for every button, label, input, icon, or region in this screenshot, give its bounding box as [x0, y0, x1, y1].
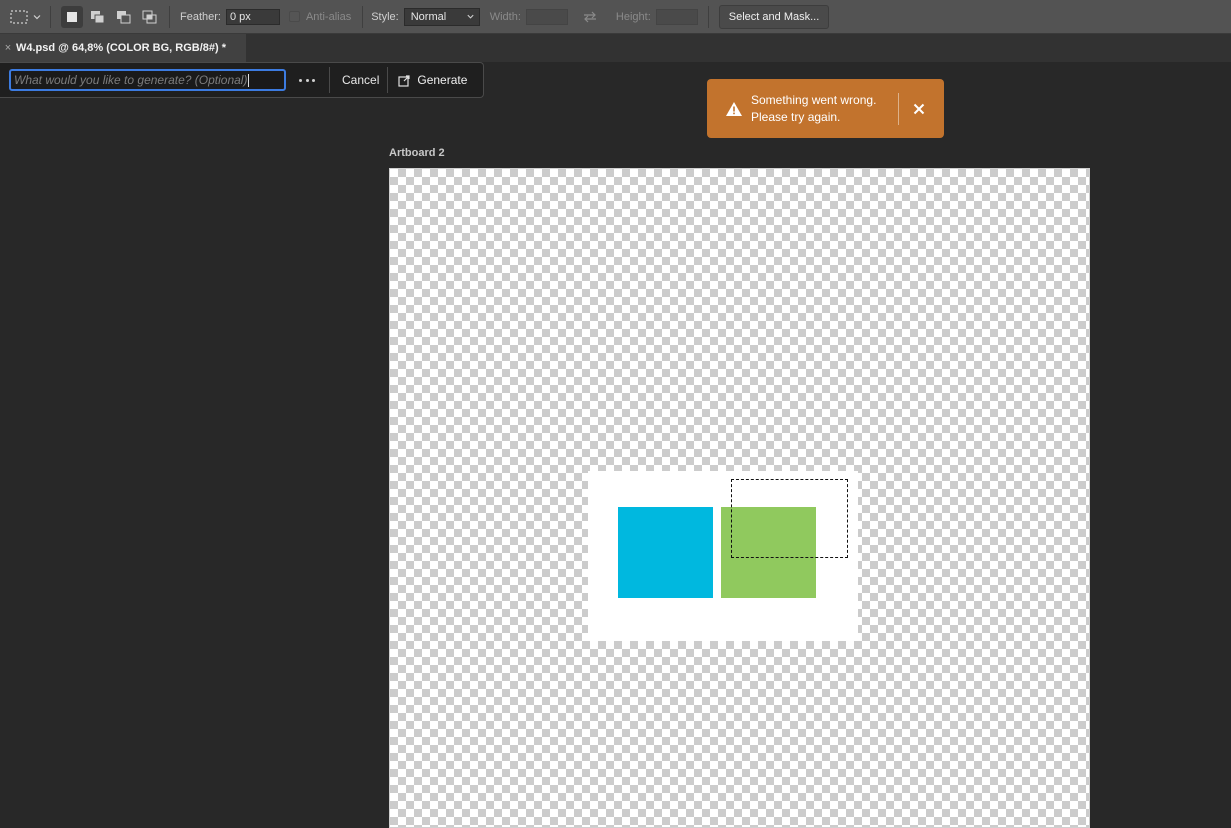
divider	[898, 92, 899, 125]
error-toast: Something went wrong. Please try again.	[707, 79, 944, 138]
chevron-down-icon	[467, 14, 474, 19]
rectangular-marquee-icon	[10, 9, 28, 24]
intersect-selection-icon	[142, 10, 157, 23]
add-to-selection-button[interactable]	[87, 6, 109, 28]
contextual-task-bar: What would you like to generate? (Option…	[0, 62, 484, 98]
toast-message-line2: Please try again.	[751, 109, 841, 124]
generate-icon	[398, 74, 410, 87]
generate-button[interactable]: Generate	[398, 73, 467, 87]
blue-square	[618, 507, 713, 598]
white-background-layer	[588, 471, 858, 641]
new-selection-icon	[67, 11, 77, 22]
document-tab-bar: × W4.psd @ 64,8% (COLOR BG, RGB/8#) *	[0, 34, 1231, 62]
subtract-selection-icon	[117, 10, 131, 23]
toast-message-line1: Something went wrong.	[751, 92, 877, 107]
width-input[interactable]	[525, 8, 568, 25]
divider	[707, 5, 709, 28]
height-input[interactable]	[655, 8, 698, 25]
style-label: Style:	[371, 10, 399, 23]
width-label: Width:	[489, 10, 521, 23]
warning-icon	[726, 101, 742, 116]
style-select-value: Normal	[410, 10, 447, 23]
close-icon[interactable]	[913, 103, 925, 115]
more-options-icon[interactable]	[299, 78, 315, 82]
divider	[387, 67, 389, 93]
artboard-title[interactable]: Artboard 2	[389, 147, 445, 159]
options-bar: Feather: 0 px Anti-alias Style: Normal W…	[0, 0, 1231, 34]
swap-icon[interactable]	[582, 11, 598, 23]
close-tab-icon[interactable]: ×	[0, 42, 16, 54]
new-selection-button[interactable]	[61, 5, 83, 28]
marquee-tool-preset[interactable]	[10, 9, 42, 24]
divider	[50, 5, 51, 28]
selection-marquee[interactable]	[731, 479, 848, 558]
divider	[362, 5, 364, 28]
chevron-down-icon	[33, 14, 41, 19]
cancel-button[interactable]: Cancel	[342, 73, 379, 87]
text-caret	[248, 73, 250, 87]
generate-prompt-input[interactable]: What would you like to generate? (Option…	[9, 69, 286, 91]
select-and-mask-button[interactable]: Select and Mask...	[718, 4, 830, 29]
divider	[329, 67, 330, 93]
height-label: Height:	[615, 10, 651, 23]
style-select[interactable]: Normal	[403, 7, 480, 26]
divider	[169, 5, 170, 28]
prompt-placeholder: What would you like to generate? (Option…	[14, 73, 248, 87]
subtract-from-selection-button[interactable]	[113, 6, 135, 28]
feather-input[interactable]: 0 px	[225, 8, 280, 25]
toast-message: Something went wrong. Please try again.	[751, 92, 893, 126]
add-selection-icon	[91, 10, 105, 23]
feather-label: Feather:	[180, 10, 221, 23]
document-tab-title: W4.psd @ 64,8% (COLOR BG, RGB/8#) *	[16, 42, 226, 54]
generate-label: Generate	[417, 73, 468, 87]
document-tab[interactable]: × W4.psd @ 64,8% (COLOR BG, RGB/8#) *	[0, 34, 246, 62]
artboard-canvas[interactable]	[389, 168, 1090, 828]
intersect-selection-button[interactable]	[139, 6, 161, 28]
anti-alias-checkbox[interactable]	[288, 11, 300, 22]
anti-alias-label: Anti-alias	[305, 10, 352, 23]
